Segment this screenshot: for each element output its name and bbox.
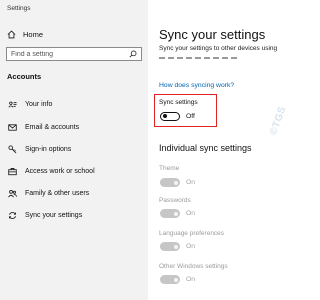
- description-overflow-line: [159, 56, 239, 60]
- page-title: Sync your settings: [159, 27, 266, 42]
- individual-sync-heading: Individual sync settings: [159, 143, 252, 153]
- passwords-sync-label: Passwords: [159, 197, 191, 204]
- briefcase-icon: [7, 167, 17, 175]
- sidebar-item-family-other-users[interactable]: Family & other users: [0, 186, 148, 200]
- content-pane: Sync your settings Sync your settings to…: [150, 0, 289, 300]
- person-card-icon: [7, 101, 17, 107]
- section-title: Accounts: [7, 72, 42, 81]
- other-windows-sync-state: On: [186, 276, 196, 283]
- key-icon: [7, 144, 16, 153]
- sidebar-item-label: Family & other users: [25, 189, 90, 197]
- sidebar-item-label: Access work or school: [25, 167, 95, 175]
- sidebar-item-label: Email & accounts: [25, 123, 80, 131]
- toggle-knob: [173, 180, 178, 185]
- search-box[interactable]: [6, 47, 142, 61]
- sidebar-item-your-info[interactable]: Your info: [0, 97, 148, 111]
- other-windows-sync-label: Other Windows settings: [159, 263, 228, 270]
- search-input[interactable]: [11, 50, 121, 58]
- toggle-knob: [173, 211, 178, 216]
- search-icon[interactable]: [129, 50, 137, 58]
- page-description: Sync your settings to other devices usin…: [159, 45, 278, 52]
- nav-home-label: Home: [23, 29, 44, 39]
- home-icon: [7, 30, 16, 38]
- window-title: Settings: [7, 5, 31, 12]
- sidebar-item-sign-in-options[interactable]: Sign-in options: [0, 142, 148, 156]
- sidebar-item-label: Sync your settings: [25, 211, 83, 219]
- sidebar-item-email-accounts[interactable]: Email & accounts: [0, 120, 148, 134]
- passwords-sync-toggle[interactable]: [160, 209, 180, 218]
- language-sync-state: On: [186, 243, 196, 250]
- sync-icon: [8, 211, 16, 219]
- sidebar-item-access-work-school[interactable]: Access work or school: [0, 164, 148, 178]
- sidebar-item-label: Your info: [25, 100, 53, 108]
- sidebar-item-sync-settings[interactable]: Sync your settings: [0, 208, 148, 222]
- people-icon: [7, 189, 17, 197]
- theme-sync-toggle[interactable]: [160, 178, 180, 187]
- highlight-annotation-box: [154, 94, 217, 127]
- theme-sync-label: Theme: [159, 165, 180, 172]
- language-sync-label: Language preferences: [159, 230, 225, 237]
- navigation-pane: Settings Home Accounts Your info Email &…: [0, 0, 148, 300]
- theme-sync-state: On: [186, 179, 196, 186]
- other-windows-sync-toggle[interactable]: [160, 275, 180, 284]
- nav-home[interactable]: Home: [7, 28, 43, 40]
- mail-icon: [7, 123, 17, 131]
- toggle-knob: [173, 277, 178, 282]
- sidebar-item-label: Sign-in options: [25, 145, 72, 153]
- how-syncing-works-link[interactable]: How does syncing work?: [159, 82, 234, 89]
- passwords-sync-state: On: [186, 210, 196, 217]
- watermark: ©TGS: [268, 104, 289, 137]
- language-sync-toggle[interactable]: [160, 242, 180, 251]
- toggle-knob: [173, 244, 178, 249]
